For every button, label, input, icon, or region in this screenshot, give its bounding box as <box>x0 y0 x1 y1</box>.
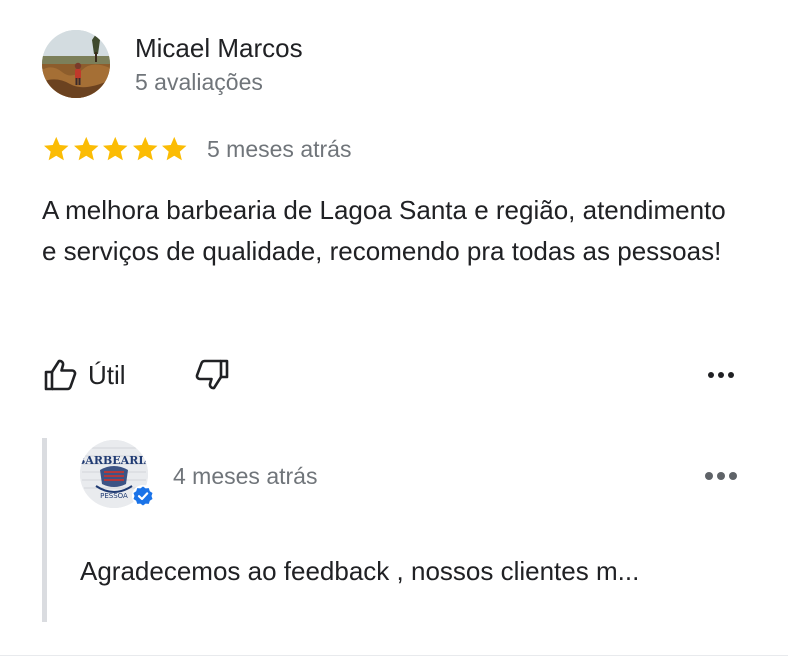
logo-subtext: PESSOA <box>100 492 128 500</box>
helpful-button[interactable]: Útil <box>42 355 126 395</box>
star-icon <box>44 136 69 161</box>
helpful-button-label: Útil <box>88 360 126 390</box>
reply-more-options-button[interactable] <box>701 461 741 491</box>
thumbs-up-icon <box>44 359 77 391</box>
reviewer-name[interactable]: Micael Marcos <box>135 30 303 66</box>
thumbs-down-icon <box>195 359 229 390</box>
owner-avatar[interactable]: BARBEARIA PESSOA <box>80 440 154 510</box>
star-icon <box>73 136 98 161</box>
verified-badge-icon <box>132 485 154 507</box>
reply-indent-bar <box>42 438 47 622</box>
reviewer-review-count: 5 avaliações <box>135 69 263 95</box>
logo-text: BARBEARIA <box>80 454 152 467</box>
more-options-icon <box>708 372 734 378</box>
unhelpful-button[interactable] <box>190 355 230 395</box>
star-rating <box>42 133 189 165</box>
star-icon <box>132 136 157 161</box>
more-options-icon <box>705 472 737 480</box>
divider <box>0 655 788 656</box>
business-logo: BARBEARIA PESSOA <box>80 440 154 508</box>
reviewer-avatar-photo <box>42 30 110 98</box>
star-icon <box>103 136 128 161</box>
reviewer-avatar[interactable] <box>42 30 110 98</box>
reply-text[interactable]: Agradecemos ao feedback , nossos cliente… <box>80 552 639 590</box>
review-text: A melhora barbearia de Lagoa Santa e reg… <box>42 195 726 266</box>
star-icon <box>162 136 187 161</box>
review-more-options-button[interactable] <box>701 360 741 390</box>
reply-timestamp: 4 meses atrás <box>173 463 318 489</box>
review-timestamp: 5 meses atrás <box>207 136 352 162</box>
